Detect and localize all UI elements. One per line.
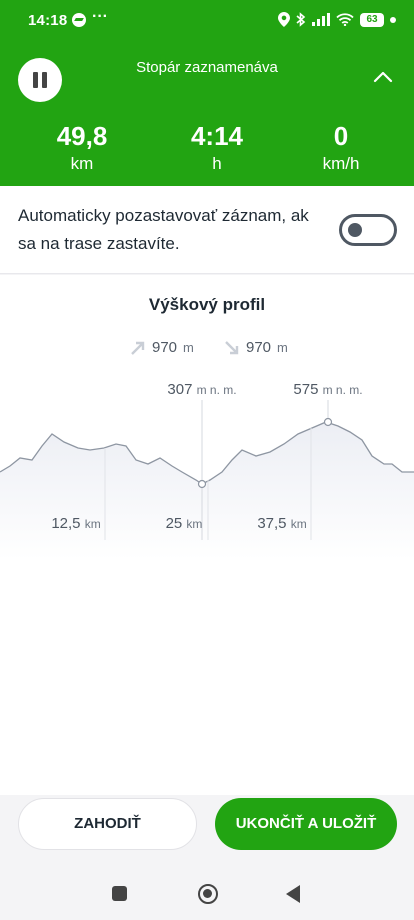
- elevation-area: [0, 422, 414, 560]
- stat-distance-value: 49,8: [56, 121, 108, 151]
- stat-distance-unit: km: [70, 154, 94, 173]
- distance-tick-label: 25 km: [166, 515, 203, 532]
- recording-title: Stopár zaznamenáva: [136, 59, 278, 76]
- stat-speed: 0 km/h: [281, 120, 401, 174]
- elevation-profile: Výškový profil 970 m 970 m 307 m n. m. 5…: [0, 275, 414, 795]
- arrow-down-right-icon: [225, 340, 239, 354]
- system-nav-bar: [0, 866, 414, 920]
- status-bar: 14:18 ··· 63: [0, 0, 414, 40]
- stat-distance: 49,8 km: [22, 120, 142, 174]
- max-elevation-label: 575 m n. m.: [293, 381, 362, 398]
- descent-value: 970: [246, 339, 272, 356]
- status-icons: 63: [278, 12, 396, 27]
- notification-dot: [390, 16, 396, 23]
- distance-tick-label: 12,5 km: [51, 515, 100, 532]
- wifi-icon: [336, 13, 354, 26]
- toggle-knob: [348, 223, 362, 237]
- auto-pause-setting: Automaticky pozastavovať záznam, ak sa n…: [0, 186, 414, 274]
- bluetooth-icon: [296, 12, 306, 27]
- stat-duration-value: 4:14: [190, 121, 244, 151]
- descent-stat: 970 m: [224, 339, 288, 356]
- recent-apps-icon[interactable]: [112, 886, 127, 901]
- home-icon[interactable]: [198, 884, 218, 904]
- more-notifications-icon: ···: [92, 8, 108, 25]
- min-elevation-label: 307 m n. m.: [167, 381, 236, 398]
- chevron-up-icon[interactable]: [372, 70, 394, 84]
- distance-tick-unit: km: [186, 517, 202, 531]
- distance-tick-unit: km: [291, 517, 307, 531]
- arrow-up-right-icon: [131, 341, 145, 355]
- max-point: [323, 417, 333, 427]
- stat-duration-unit: h: [212, 154, 222, 173]
- max-elevation-unit: m n. m.: [323, 383, 363, 397]
- auto-pause-label: Automaticky pozastavovať záznam, ak sa n…: [18, 206, 309, 253]
- ascent-stat: 970 m: [130, 339, 194, 356]
- discard-button[interactable]: ZAHODIŤ: [18, 798, 197, 850]
- ascent-unit: m: [183, 340, 194, 355]
- stat-speed-unit: km/h: [322, 154, 360, 173]
- distance-tick-value: 12,5: [51, 515, 80, 532]
- battery-icon: 63: [360, 12, 384, 27]
- back-icon[interactable]: [286, 885, 300, 903]
- auto-pause-toggle[interactable]: [339, 214, 397, 246]
- distance-tick-label: 37,5 km: [257, 515, 306, 532]
- messenger-icon: [72, 13, 86, 27]
- signal-icon: [312, 13, 330, 26]
- location-icon: [278, 12, 290, 27]
- distance-tick-value: 37,5: [257, 515, 286, 532]
- min-elevation-unit: m n. m.: [197, 383, 237, 397]
- profile-title: Výškový profil: [148, 295, 266, 314]
- max-elevation-value: 575: [293, 381, 318, 398]
- recording-header: 14:18 ··· 63 Stopár zaznamenáva 49,8 km …: [0, 0, 414, 186]
- stat-speed-value: 0: [333, 121, 349, 151]
- min-point: [197, 479, 207, 489]
- min-elevation-value: 307: [167, 381, 192, 398]
- distance-tick-value: 25: [166, 515, 183, 532]
- finish-and-save-button[interactable]: UKONČIŤ A ULOŽIŤ: [215, 798, 397, 850]
- status-time: 14:18: [28, 12, 68, 29]
- ascent-value: 970: [152, 339, 178, 356]
- stat-duration: 4:14 h: [157, 120, 277, 174]
- elevation-chart[interactable]: 307 m n. m. 575 m n. m. 12,5 km 25 km 37…: [0, 360, 414, 560]
- distance-tick-unit: km: [85, 517, 101, 531]
- descent-unit: m: [277, 340, 288, 355]
